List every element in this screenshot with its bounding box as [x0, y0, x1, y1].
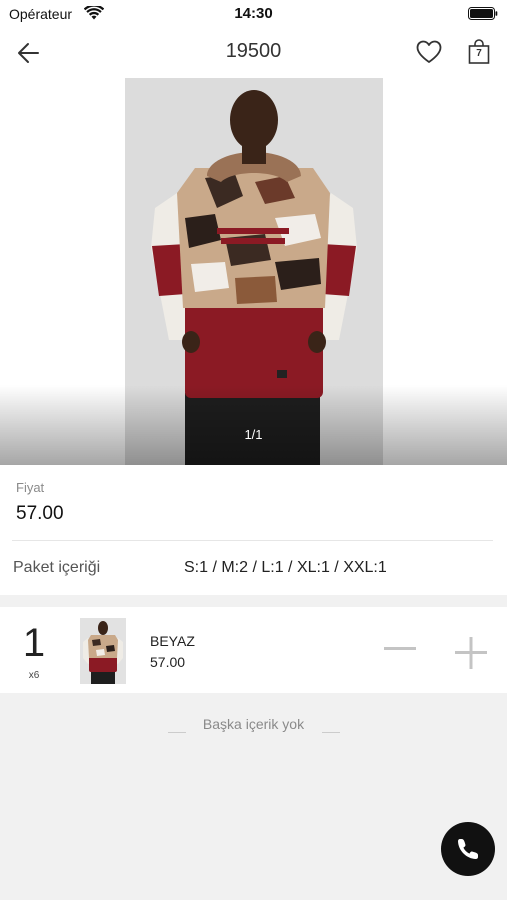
price-section: Fiyat 57.00 Paket içeriği S:1 / M:2 / L:…: [0, 465, 507, 595]
package-value: S:1 / M:2 / L:1 / XL:1 / XXL:1: [184, 559, 387, 576]
call-button[interactable]: [441, 822, 495, 876]
decrease-quantity-button[interactable]: [380, 634, 420, 664]
quantity-multiplier: x6: [28, 670, 40, 681]
plus-icon: [455, 637, 487, 669]
variant-color: BEYAZ: [150, 633, 195, 649]
minus-icon: [384, 647, 416, 650]
package-label: Paket içeriği: [13, 559, 101, 576]
quantity-value: 1: [22, 621, 46, 665]
battery-icon: [468, 7, 498, 20]
variant-thumbnail: [80, 618, 126, 684]
status-time: 14:30: [234, 5, 273, 22]
end-line-right: [322, 732, 340, 733]
variant-price: 57.00: [150, 654, 186, 670]
cart-button[interactable]: 7: [466, 38, 492, 66]
divider: [12, 540, 493, 541]
nav-bar: 19500 7: [0, 28, 507, 78]
back-button[interactable]: [14, 38, 46, 68]
image-counter: 1/1: [244, 427, 263, 442]
price-value: 57.00: [16, 503, 64, 524]
arrow-left-icon: [18, 43, 39, 63]
product-gallery[interactable]: 1/1: [0, 78, 507, 465]
cart-count-badge: 7: [476, 48, 482, 59]
increase-quantity-button[interactable]: [451, 634, 491, 674]
status-bar: Opérateur 14:30: [0, 0, 507, 28]
favorite-button[interactable]: [415, 38, 443, 66]
end-line-left: [168, 732, 186, 733]
end-of-content-text: Başka içerik yok: [202, 716, 305, 732]
phone-icon: [458, 839, 478, 859]
variant-row: 1 x6 BEYAZ 57.00: [0, 607, 507, 693]
heart-icon: [416, 40, 442, 63]
price-label: Fiyat: [16, 480, 45, 495]
product-image: [125, 78, 383, 465]
